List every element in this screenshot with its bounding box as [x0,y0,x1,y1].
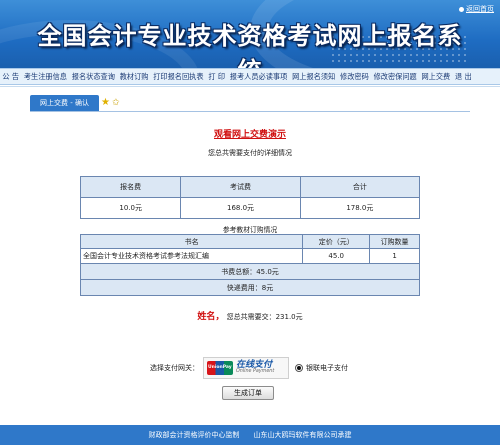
footer-developer: 山东山大鸥玛软件有限公司承建 [253,431,352,439]
table-row: 书费总额：45.0元 [80,263,420,280]
unionpay-option-label: 银联电子支付 [306,364,348,372]
nav-item-print[interactable]: 打 印 [206,72,227,82]
nav-item-print-receipt[interactable]: 打印报名回执表 [151,72,206,82]
nav-item-textbook-order[interactable]: 教材订购 [117,72,151,82]
nav-item-notice[interactable]: 网上报名须知 [290,72,338,82]
nav-item-online-payment[interactable]: 网上交费 [419,72,453,82]
payment-gateway-row: 选择支付网关： UnionPay 在线支付 Online Payment 银联电… [150,356,348,380]
registration-fee: 10.0元 [79,197,182,219]
star-icon: ✩ [111,98,120,108]
home-icon [459,6,464,12]
header-banner: 全国会计专业技术资格考试网上报名系统 返回首页 [0,0,500,68]
generate-order-button[interactable]: 生成订单 [222,386,274,400]
unionpay-radio[interactable] [295,364,303,372]
exam-fee: 168.0元 [180,197,301,219]
top-navigation: 公 告 考生注册信息 报名状态查询 教材订购 打印报名回执表 打 印 报考人员必… [0,68,500,85]
star-icon: ★ [100,97,110,108]
book-price: 45.0 [302,248,371,264]
column-header: 书名 [79,234,304,249]
nav-item-change-password[interactable]: 修改密码 [338,72,372,82]
home-link[interactable]: 返回首页 [459,4,494,14]
nav-item-registration-info[interactable]: 考生注册信息 [21,72,69,82]
footer-supervisor: 财政部会计资格评价中心监制 [148,431,240,439]
book-quantity: 1 [369,248,420,264]
home-link-label: 返回首页 [466,5,494,13]
fee-table: 报名费 考试费 合计 10.0元 168.0元 178.0元 [79,176,421,219]
column-header: 定价（元） [302,234,371,249]
payment-summary: 姓名， 您总共需要交：231.0元 [0,309,500,322]
online-payment-logo: UnionPay 在线支付 Online Payment [203,357,289,379]
breadcrumb-underline [30,111,470,112]
nav-item-logout[interactable]: 退 出 [453,72,474,82]
book-total: 书费总额：45.0元 [80,263,420,280]
breadcrumb-tab: 网上交费 - 确认 [30,95,99,111]
breadcrumb: 网上交费 - 确认 ★ ✩ [30,95,120,111]
book-name: 全国会计专业技术资格考试参考法规汇编 [79,248,304,264]
system-title: 全国会计专业技术资格考试网上报名系统 [37,21,463,68]
column-header: 报名费 [79,176,182,198]
payment-gateway-label: 选择支付网关： [150,364,199,372]
demo-link[interactable]: 观看网上交费演示 [0,127,500,140]
candidate-name-label: 姓名， [197,312,225,322]
nav-item-must-read[interactable]: 报考人员必读事项 [227,72,289,82]
column-header: 订购数量 [369,234,420,249]
table-header-row: 报名费 考试费 合计 [79,176,421,198]
shipping-fee: 快递费用：8元 [80,279,420,296]
table-row: 10.0元 168.0元 178.0元 [79,197,421,219]
table-row: 全国会计专业技术资格考试参考法规汇编 45.0 1 [79,248,420,264]
nav-divider [0,86,500,87]
nav-item-security-question[interactable]: 修改密保问题 [371,72,419,82]
nav-item-announcement[interactable]: 公 告 [0,72,21,82]
column-header: 考试费 [180,176,301,198]
total-amount-text: 您总共需要交：231.0元 [226,313,303,321]
fee-total: 178.0元 [299,197,421,219]
payment-detail-subtitle: 您总共需要支付的详细情况 [208,149,292,157]
footer: 财政部会计资格评价中心监制 山东山大鸥玛软件有限公司承建 [0,425,500,445]
column-header: 合计 [299,176,421,198]
book-order-table: 书名 定价（元） 订购数量 全国会计专业技术资格考试参考法规汇编 45.0 1 … [79,234,420,296]
table-header-row: 书名 定价（元） 订购数量 [79,234,420,249]
nav-item-status-query[interactable]: 报名状态查询 [69,72,117,82]
unionpay-icon: UnionPay [207,361,233,375]
table-row: 快递费用：8元 [80,279,420,296]
logo-text-en: Online Payment [236,369,275,375]
book-section-caption: 参考教材订购情况 [222,226,278,234]
